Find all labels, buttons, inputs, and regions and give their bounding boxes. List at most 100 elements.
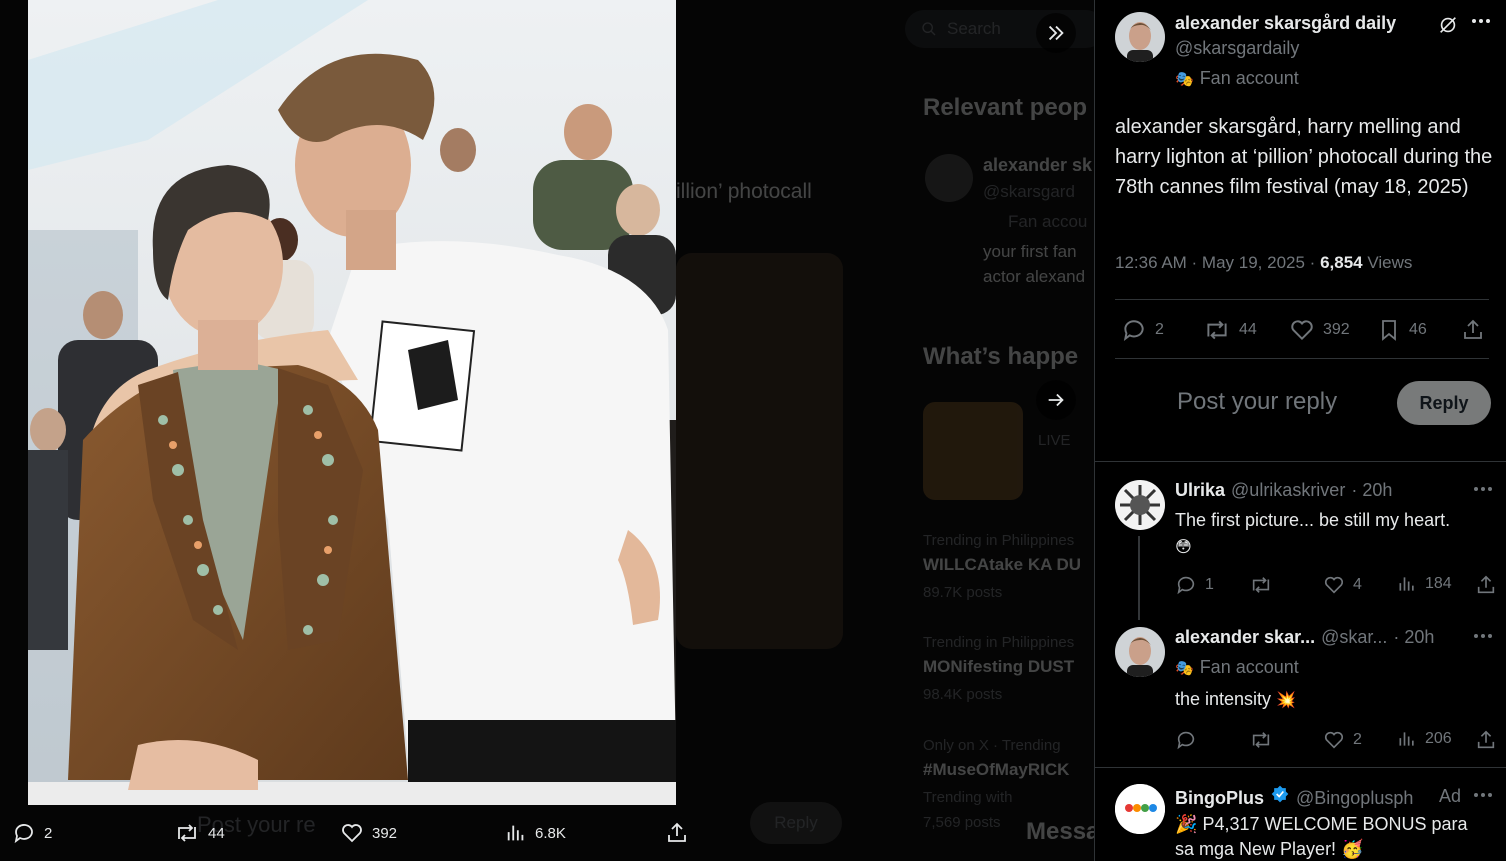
- author-handle[interactable]: @skarsgardaily: [1175, 38, 1299, 59]
- media-views-button[interactable]: 6.8K: [505, 822, 566, 844]
- collision-emoji: 💥: [1276, 692, 1296, 709]
- heart-icon: [340, 821, 364, 845]
- trend-1-title: WILLCAtake KA DU: [923, 555, 1082, 574]
- more-options-button[interactable]: [1471, 18, 1491, 24]
- media-repost-count: 44: [208, 824, 225, 842]
- reply-text: the intensity 💥: [1175, 686, 1485, 714]
- reply-avatar[interactable]: [1115, 480, 1165, 530]
- media-like-button[interactable]: 392: [340, 821, 397, 845]
- reply-views-count: 184: [1425, 575, 1452, 592]
- divider: [1115, 299, 1489, 300]
- flushed-face-emoji: 😳: [1175, 539, 1192, 556]
- share-button[interactable]: [1461, 310, 1485, 350]
- repost-icon: [174, 821, 200, 845]
- media-repost-button[interactable]: 44: [174, 821, 225, 845]
- ad-author-name[interactable]: BingoPlus: [1175, 788, 1264, 809]
- relevant-person-badge: Fan accou: [1008, 212, 1088, 231]
- ad-header: BingoPlus @Bingoplusph: [1175, 784, 1413, 809]
- reply-like-button[interactable]: 4: [1323, 574, 1362, 596]
- reply-views-button[interactable]: 206: [1397, 729, 1452, 749]
- media-share-button[interactable]: [665, 821, 689, 845]
- post-detail-panel: alexander skarsgård daily @skarsgardaily…: [1094, 0, 1506, 861]
- post-image-fragment: [676, 253, 843, 649]
- trend-3-title: #MuseOfMayRICK: [923, 760, 1070, 779]
- partying-face-emoji: 🥳: [1341, 839, 1364, 859]
- bookmark-count: 46: [1409, 321, 1427, 338]
- repost-button[interactable]: 44: [1203, 310, 1257, 350]
- repost-count: 44: [1239, 321, 1257, 338]
- reply-more-button[interactable]: [1473, 486, 1493, 492]
- ghost-reply-button: Reply: [750, 802, 842, 844]
- relevant-person-bio-2: actor alexand: [983, 267, 1086, 286]
- reply-like-button[interactable]: 2: [1323, 729, 1362, 751]
- reply-count: 2: [1155, 321, 1164, 338]
- reply-time[interactable]: · 20h: [1393, 627, 1434, 648]
- more-dots-icon: [1474, 487, 1492, 491]
- theater-masks-icon: 🎭: [1175, 659, 1194, 677]
- bookmark-icon: [1377, 317, 1401, 343]
- collapse-panel-button[interactable]: [1036, 13, 1076, 53]
- repost-icon: [1249, 574, 1273, 596]
- relevant-person-bio-1: your first fan: [983, 242, 1077, 261]
- post-timestamp[interactable]: 12:36 AM · May 19, 2025 ·: [1115, 253, 1320, 272]
- post-views-label: Views: [1362, 253, 1413, 272]
- reply-text: The first picture... be still my heart. …: [1175, 507, 1485, 561]
- reply-avatar[interactable]: [1115, 627, 1165, 677]
- relevant-person-avatar: [925, 154, 973, 202]
- post-photo[interactable]: [28, 0, 676, 805]
- author-name[interactable]: alexander skarsgård daily: [1175, 13, 1396, 34]
- fan-account-label: Fan account: [1199, 657, 1299, 677]
- media-views-count: 6.8K: [535, 824, 566, 842]
- reply-header: Ulrika @ulrikaskriver · 20h: [1175, 480, 1392, 501]
- bookmark-button[interactable]: 46: [1377, 310, 1427, 350]
- reply-author-handle[interactable]: @skar...: [1321, 627, 1387, 648]
- fan-account-label: Fan account: [1199, 68, 1299, 88]
- repost-icon: [1203, 317, 1231, 343]
- reply-submit-button[interactable]: Reply: [1397, 381, 1491, 425]
- reply-button[interactable]: 2: [1121, 310, 1164, 350]
- ad-more-button[interactable]: [1473, 792, 1493, 798]
- ad-author-handle[interactable]: @Bingoplusph: [1296, 788, 1413, 809]
- reply-item[interactable]: alexander skar... @skar... · 20h 🎭 Fan a…: [1095, 627, 1506, 767]
- bingoplus-logo[interactable]: [1115, 784, 1165, 834]
- reply-author-name[interactable]: alexander skar...: [1175, 627, 1315, 648]
- reply-repost-button[interactable]: [1249, 574, 1281, 596]
- next-image-button[interactable]: [1036, 380, 1076, 420]
- reply-action-bar: 2 206: [1175, 729, 1505, 753]
- reply-time[interactable]: · 20h: [1351, 480, 1392, 501]
- reply-author-handle[interactable]: @ulrikaskriver: [1231, 480, 1345, 501]
- trend-1-label: Trending in Philippines: [923, 532, 1075, 549]
- reply-input[interactable]: [1177, 388, 1377, 416]
- author-avatar[interactable]: [1115, 12, 1165, 62]
- promoted-post[interactable]: BingoPlus @Bingoplusph Ad 🎉 P4,317 WELCO…: [1095, 784, 1506, 861]
- share-icon: [1475, 574, 1497, 596]
- thread-line: [1138, 536, 1140, 620]
- search-placeholder: Search: [947, 19, 1001, 38]
- reply-share-button[interactable]: [1475, 729, 1497, 751]
- grok-icon: [1440, 17, 1456, 33]
- arrow-right-icon: [1045, 389, 1067, 411]
- reply-views-button[interactable]: 184: [1397, 574, 1452, 594]
- trend-3-count: 7,569 posts: [923, 814, 1001, 831]
- media-action-bar: 2 44 392 6.8K: [0, 805, 720, 861]
- reply-share-button[interactable]: [1475, 574, 1497, 596]
- reply-text-content: the intensity: [1175, 689, 1272, 709]
- heart-icon: [1289, 317, 1315, 343]
- post-action-bar: 2 44 392 46: [1115, 310, 1495, 350]
- search-icon: [921, 21, 937, 37]
- reply-author-name[interactable]: Ulrika: [1175, 480, 1225, 501]
- media-viewer: Search Relevant peop alexander sk @skars…: [0, 0, 1094, 861]
- share-icon: [1475, 729, 1497, 751]
- like-button[interactable]: 392: [1289, 310, 1350, 350]
- trend-2-count: 98.4K posts: [923, 686, 1003, 703]
- reply-reply-button[interactable]: 1: [1175, 574, 1214, 596]
- reply-repost-button[interactable]: [1249, 729, 1281, 751]
- more-dots-icon: [1474, 793, 1492, 797]
- grok-icon-button[interactable]: [1437, 14, 1459, 36]
- divider: [1115, 358, 1489, 359]
- reply-reply-button[interactable]: [1175, 729, 1205, 751]
- reply-item[interactable]: Ulrika @ulrikaskriver · 20h The first pi…: [1095, 480, 1506, 620]
- media-reply-button[interactable]: 2: [12, 821, 52, 845]
- reply-more-button[interactable]: [1473, 633, 1493, 639]
- reply-action-bar: 1 4 184: [1175, 574, 1505, 598]
